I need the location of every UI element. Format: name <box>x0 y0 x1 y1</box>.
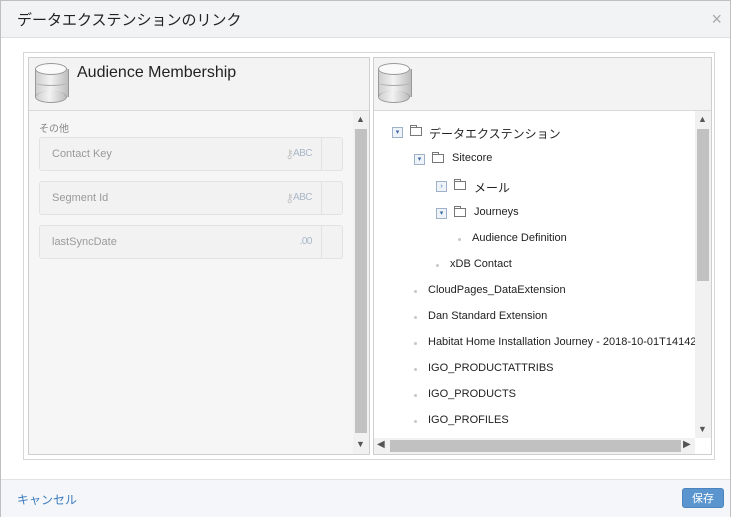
leaf-bullet-icon <box>458 238 461 241</box>
scroll-down-icon[interactable]: ▼ <box>698 424 707 434</box>
source-vertical-scrollbar[interactable]: ▲ ▼ <box>353 111 369 454</box>
field-name: Segment Id <box>52 192 109 204</box>
leaf-bullet-icon <box>414 394 417 397</box>
tree-node-label: IGO_PROFILES <box>428 414 509 426</box>
folder-icon <box>432 152 444 163</box>
source-panel-title: Audience Membership <box>77 64 237 81</box>
tree-node-label: Sitecore <box>452 152 493 164</box>
tree-node-label: IGO_PRODUCTS <box>428 388 517 400</box>
data-extension-tree: ▾ データエクステンション ▾ Sitecore › メール ▾ Journey… <box>374 111 695 438</box>
field-group-label: その他 <box>39 124 69 135</box>
dialog-title: データエクステンションのリンク <box>17 12 242 29</box>
leaf-bullet-icon <box>414 290 417 293</box>
dialog-body: Audience Membership その他 Contact Key ⚷ AB… <box>1 38 730 478</box>
target-vertical-scrollbar[interactable]: ▲ ▼ <box>695 111 711 438</box>
tree-node-label: Audience Definition <box>472 232 567 244</box>
tree-node-label: CloudPages_DataExtension <box>428 284 566 296</box>
field-list: その他 Contact Key ⚷ ABC Segment Id ⚷ ABC l… <box>29 111 353 454</box>
folder-icon <box>454 179 466 190</box>
collapse-toggle-icon[interactable]: ▾ <box>436 208 447 219</box>
field-name: lastSyncDate <box>52 236 117 248</box>
scroll-down-icon[interactable]: ▼ <box>356 439 365 449</box>
tree-node-label: Habitat Home Installation Journey - 2018… <box>428 336 695 348</box>
field-handle[interactable] <box>321 138 342 170</box>
decimal-type-icon: .00 <box>299 236 313 247</box>
database-icon <box>378 63 412 103</box>
folder-icon <box>454 206 466 217</box>
cancel-button[interactable]: キャンセル <box>17 491 77 508</box>
field-segment-id[interactable]: Segment Id ⚷ ABC <box>39 181 343 215</box>
close-icon[interactable]: × <box>711 10 722 28</box>
scrollbar-thumb[interactable] <box>355 129 367 433</box>
scroll-up-icon[interactable]: ▲ <box>356 114 365 124</box>
field-contact-key[interactable]: Contact Key ⚷ ABC <box>39 137 343 171</box>
leaf-bullet-icon <box>414 316 417 319</box>
tree-node-label: Dan Standard Extension <box>428 310 548 322</box>
tree-node-label: メール <box>474 181 511 195</box>
collapse-toggle-icon[interactable]: ▾ <box>414 154 425 165</box>
database-icon <box>35 63 69 103</box>
text-type-icon: ABC <box>292 192 313 203</box>
tree-node-label: Journeys <box>474 206 519 218</box>
leaf-bullet-icon <box>414 368 417 371</box>
scroll-left-icon[interactable]: ◀ <box>377 439 385 450</box>
link-data-extension-dialog: データエクステンションのリンク × Audience Membership その… <box>0 0 731 517</box>
field-name: Contact Key <box>52 148 112 160</box>
scrollbar-thumb[interactable] <box>697 129 709 281</box>
source-panel-header: Audience Membership <box>29 58 369 111</box>
panels-container: Audience Membership その他 Contact Key ⚷ AB… <box>23 52 715 460</box>
scroll-right-icon[interactable]: ▶ <box>683 439 691 450</box>
expand-toggle-icon[interactable]: › <box>436 181 447 192</box>
folder-icon <box>410 125 422 136</box>
leaf-bullet-icon <box>414 342 417 345</box>
target-horizontal-scrollbar[interactable]: ◀ ▶ <box>374 438 695 454</box>
target-panel-header <box>374 58 711 111</box>
tree-node-label: データエクステンション <box>429 127 561 141</box>
leaf-bullet-icon <box>414 420 417 423</box>
scrollbar-thumb[interactable] <box>390 440 681 452</box>
target-panel: ▾ データエクステンション ▾ Sitecore › メール ▾ Journey… <box>373 57 712 455</box>
leaf-bullet-icon <box>436 264 439 267</box>
collapse-toggle-icon[interactable]: ▾ <box>392 127 403 138</box>
tree-node-label: xDB Contact <box>450 258 512 270</box>
field-last-sync-date[interactable]: lastSyncDate .00 <box>39 225 343 259</box>
tree-node-label: IGO_PRODUCTATTRIBS <box>428 362 554 374</box>
scroll-up-icon[interactable]: ▲ <box>698 114 707 124</box>
save-button[interactable]: 保存 <box>682 488 724 508</box>
field-handle[interactable] <box>321 182 342 214</box>
dialog-titlebar: データエクステンションのリンク × <box>1 1 730 38</box>
text-type-icon: ABC <box>292 148 313 159</box>
dialog-footer: キャンセル 保存 <box>1 479 730 517</box>
field-handle[interactable] <box>321 226 342 258</box>
source-panel: Audience Membership その他 Contact Key ⚷ AB… <box>28 57 370 455</box>
